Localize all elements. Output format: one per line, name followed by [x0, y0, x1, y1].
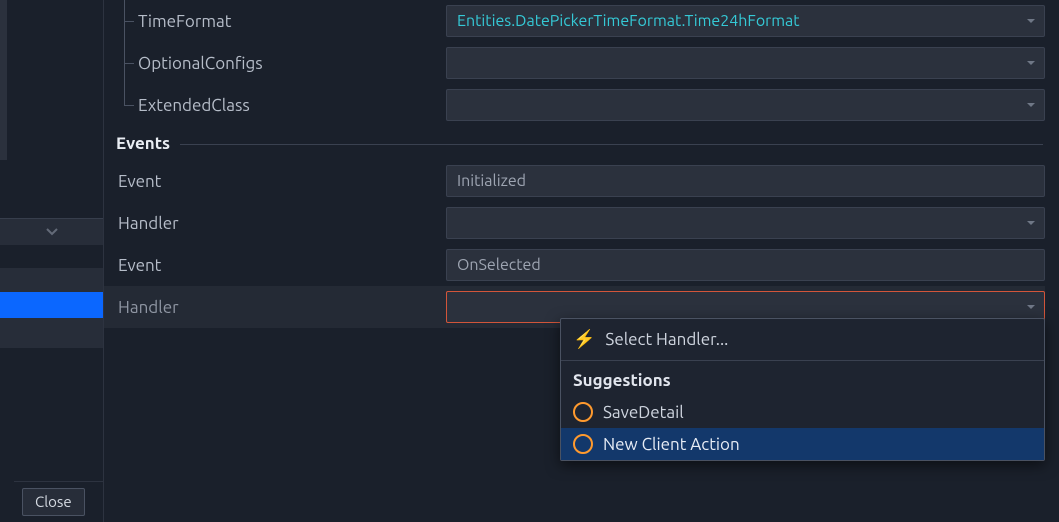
prop-value-col [446, 89, 1045, 121]
chevron-down-icon [1026, 298, 1036, 316]
tree-guide [118, 0, 138, 42]
prop-label: ExtendedClass [138, 96, 250, 115]
prop-value-col: OnSelected [446, 249, 1045, 281]
section-events-header: Events [104, 126, 1045, 160]
divider [14, 481, 103, 482]
event1-value: Initialized [457, 172, 526, 190]
handler-dropdown-popup: ⚡ Select Handler... Suggestions SaveDeta… [560, 318, 1045, 461]
prop-row-event1: Event Initialized [104, 160, 1045, 202]
dropdown-item-label: New Client Action [603, 435, 740, 454]
properties-grid: TimeFormat Entities.DatePickerTimeFormat… [104, 0, 1045, 328]
prop-label: Event [118, 256, 161, 275]
handler1-dropdown[interactable] [446, 207, 1045, 239]
dropdown-item-label: SaveDetail [603, 403, 684, 422]
event2-value: OnSelected [457, 256, 541, 274]
left-sidebar: Close [0, 0, 104, 522]
dropdown-header-text: Select Handler... [605, 330, 728, 349]
extendedclass-dropdown[interactable] [446, 89, 1045, 121]
event2-value-box[interactable]: OnSelected [446, 249, 1045, 281]
prop-label: Event [118, 172, 161, 191]
prop-label-col: Handler [104, 298, 446, 317]
chevron-down-icon [45, 225, 59, 239]
properties-panel: TimeFormat Entities.DatePickerTimeFormat… [104, 0, 1059, 522]
prop-label: OptionalConfigs [138, 54, 263, 73]
prop-row-optionalconfigs: OptionalConfigs [104, 42, 1045, 84]
prop-label-col: Event [104, 172, 446, 191]
section-rule [180, 144, 1043, 145]
prop-label-col: ExtendedClass [104, 84, 446, 126]
dropdown-item-savedetail[interactable]: SaveDetail [561, 396, 1044, 428]
optionalconfigs-dropdown[interactable] [446, 47, 1045, 79]
prop-row-timeformat: TimeFormat Entities.DatePickerTimeFormat… [104, 0, 1045, 42]
prop-row-handler1: Handler [104, 202, 1045, 244]
dropdown-item-newclientaction[interactable]: New Client Action [561, 428, 1044, 460]
timeformat-dropdown[interactable]: Entities.DatePickerTimeFormat.Time24hFor… [446, 5, 1045, 37]
prop-row-extendedclass: ExtendedClass [104, 84, 1045, 126]
tree-guide [118, 84, 138, 126]
tree-guide [118, 42, 138, 84]
prop-label-col: Handler [104, 214, 446, 233]
prop-label-col: Event [104, 256, 446, 275]
bolt-icon: ⚡ [573, 329, 595, 350]
chevron-down-icon [1026, 54, 1036, 72]
section-title: Events [116, 134, 170, 153]
timeformat-value: Entities.DatePickerTimeFormat.Time24hFor… [457, 12, 800, 30]
prop-label-col: TimeFormat [104, 0, 446, 42]
action-ring-icon [573, 434, 593, 454]
event1-value-box[interactable]: Initialized [446, 165, 1045, 197]
prop-label: Handler [118, 214, 179, 233]
close-button[interactable]: Close [22, 488, 85, 516]
sidebar-collapse-toggle[interactable] [0, 218, 103, 246]
prop-label-col: OptionalConfigs [104, 42, 446, 84]
sidebar-selected-row[interactable] [0, 292, 103, 318]
dropdown-suggestions-label: Suggestions [561, 361, 1044, 396]
prop-label: Handler [118, 298, 179, 317]
sidebar-strip [0, 0, 7, 160]
dropdown-header[interactable]: ⚡ Select Handler... [561, 319, 1044, 361]
chevron-down-icon [1026, 96, 1036, 114]
prop-label: TimeFormat [138, 12, 231, 31]
prop-value-col: Initialized [446, 165, 1045, 197]
action-ring-icon [573, 402, 593, 422]
app-root: Close TimeFormat Entities.DatePickerTime… [0, 0, 1059, 522]
chevron-down-icon [1026, 214, 1036, 232]
prop-value-col [446, 207, 1045, 239]
chevron-down-icon [1026, 12, 1036, 30]
prop-value-col [446, 47, 1045, 79]
prop-row-event2: Event OnSelected [104, 244, 1045, 286]
prop-value-col: Entities.DatePickerTimeFormat.Time24hFor… [446, 5, 1045, 37]
